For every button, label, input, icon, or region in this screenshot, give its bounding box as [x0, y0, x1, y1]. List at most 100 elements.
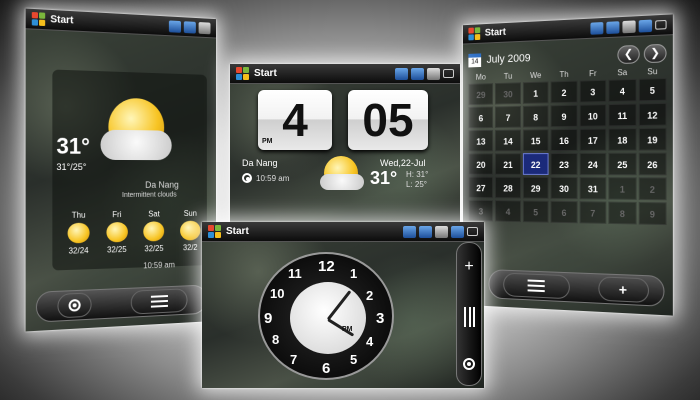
menu-button[interactable] — [502, 272, 570, 300]
weather-city: Da Nang — [145, 179, 179, 190]
analog-clock[interactable]: 12 1 2 3 4 5 6 7 8 9 10 11 PM — [258, 252, 394, 380]
windows-logo-icon[interactable] — [31, 11, 46, 27]
calendar-day[interactable]: 28 — [495, 176, 521, 199]
weekday-label: Mo — [475, 72, 486, 82]
calendar-day[interactable]: 29 — [468, 83, 494, 106]
calendar-day[interactable]: 9 — [550, 104, 578, 128]
windows-logo-icon[interactable] — [236, 67, 249, 80]
calendar-day[interactable]: 24 — [579, 152, 607, 176]
signal-icon[interactable] — [411, 67, 424, 80]
calendar-day[interactable]: 19 — [638, 127, 667, 151]
volume-icon[interactable] — [435, 225, 448, 238]
flip-clock-panel: Start 4 PM 05 Da Nang Wed,22-Jul 31° H: … — [230, 64, 460, 244]
calendar-day[interactable]: 5 — [522, 200, 549, 223]
calendar-day[interactable]: 27 — [468, 176, 494, 199]
weather-panel: Start 31° 31°/25° Da Nang Intermittent c… — [25, 8, 216, 332]
back-button[interactable] — [57, 292, 92, 319]
calendar-day[interactable]: 30 — [550, 176, 578, 200]
zoom-in-button[interactable]: + — [464, 258, 473, 276]
forecast-day[interactable]: Sat 32/25 — [137, 209, 171, 253]
calendar-day[interactable]: 1 — [522, 81, 549, 104]
window-icon[interactable] — [655, 19, 667, 30]
calendar-day[interactable]: 7 — [579, 201, 607, 224]
connectivity-icon[interactable] — [590, 21, 604, 35]
start-label[interactable]: Start — [485, 27, 506, 39]
calendar-day[interactable]: 23 — [550, 152, 578, 176]
forecast-day-label: Thu — [71, 210, 86, 220]
calendar-day[interactable]: 13 — [468, 129, 494, 152]
forecast-row: Thu 32/24 Fri 32/25 Sat 32/25 Sun 32/2 — [60, 209, 206, 256]
calendar-day[interactable]: 17 — [579, 128, 607, 151]
calendar-day[interactable]: 21 — [495, 153, 521, 175]
calendar-day[interactable]: 20 — [468, 153, 494, 175]
hour-flip[interactable]: 4 PM — [258, 90, 332, 150]
calendar-day-today[interactable]: 22 — [522, 153, 549, 175]
prev-month-button[interactable]: ❮ — [617, 44, 640, 65]
calendar-day[interactable]: 9 — [638, 201, 667, 226]
calendar-day[interactable]: 15 — [522, 129, 549, 152]
start-label[interactable]: Start — [226, 226, 249, 237]
minute-flip[interactable]: 05 — [348, 90, 428, 150]
window-icon[interactable] — [443, 69, 454, 78]
analog-clock-panel: Start 12 1 2 3 4 5 6 7 8 9 10 11 PM + — [202, 222, 484, 388]
calendar-day[interactable]: 6 — [468, 106, 494, 129]
calendar-day[interactable]: 3 — [579, 79, 607, 103]
calendar-day[interactable]: 31 — [579, 177, 607, 200]
signal-icon[interactable] — [183, 20, 196, 34]
bottom-nav: + — [488, 269, 665, 307]
calendar-day[interactable]: 10 — [579, 104, 607, 127]
clock-low: L: 25° — [406, 180, 427, 189]
calendar-day[interactable]: 2 — [550, 80, 578, 104]
calendar-day[interactable]: 1 — [608, 177, 637, 200]
calendar-day[interactable]: 4 — [495, 200, 521, 223]
calendar-day[interactable]: 3 — [468, 199, 494, 222]
windows-logo-icon[interactable] — [468, 27, 481, 41]
clock-number: 1 — [350, 266, 358, 281]
clock-number: 11 — [288, 266, 302, 281]
calendar-day[interactable]: 30 — [495, 82, 521, 105]
calendar-day[interactable]: 16 — [550, 128, 578, 152]
calendar-day[interactable]: 5 — [638, 77, 667, 102]
volume-icon[interactable] — [427, 67, 440, 80]
connectivity-icon[interactable] — [403, 225, 416, 238]
connectivity-icon[interactable] — [395, 67, 408, 80]
temperature-range: 31°/25° — [56, 161, 87, 173]
calendar-day[interactable]: 26 — [638, 152, 667, 176]
calendar-day[interactable]: 8 — [522, 105, 549, 128]
volume-icon[interactable] — [198, 21, 211, 34]
home-icon[interactable] — [463, 357, 475, 370]
calendar-day[interactable]: 4 — [608, 78, 637, 103]
window-icon[interactable] — [467, 227, 478, 236]
calendar-day[interactable]: 6 — [550, 200, 578, 224]
hour-digit: 4 — [282, 94, 308, 146]
clock-temp: 31° — [370, 168, 398, 188]
calendar-day[interactable]: 7 — [495, 105, 521, 128]
forecast-day[interactable]: Fri 32/25 — [99, 210, 134, 255]
forecast-day[interactable]: Thu 32/24 — [60, 210, 96, 256]
calendar-day[interactable]: 18 — [608, 128, 637, 151]
volume-icon[interactable] — [622, 19, 636, 33]
windows-logo-icon[interactable] — [208, 225, 221, 238]
calendar-day[interactable]: 14 — [495, 129, 521, 152]
battery-icon[interactable] — [451, 225, 464, 238]
calendar-day[interactable]: 25 — [608, 152, 637, 176]
add-button[interactable]: + — [597, 276, 649, 304]
calendar-day[interactable]: 8 — [608, 201, 637, 225]
calendar-day[interactable]: 12 — [638, 102, 667, 126]
top-bar: Start — [25, 8, 216, 39]
top-bar: Start — [462, 14, 673, 45]
battery-icon[interactable] — [638, 19, 653, 33]
start-label[interactable]: Start — [254, 68, 277, 79]
menu-icon[interactable] — [463, 306, 475, 327]
bottom-nav — [35, 284, 207, 323]
next-month-button[interactable]: ❯ — [643, 43, 667, 64]
calendar-day[interactable]: 29 — [522, 176, 549, 199]
connectivity-icon[interactable] — [168, 19, 182, 33]
start-label[interactable]: Start — [50, 14, 73, 26]
side-controls: + — [456, 242, 482, 386]
signal-icon[interactable] — [606, 20, 620, 34]
calendar-day[interactable]: 11 — [608, 103, 637, 127]
menu-button[interactable] — [130, 288, 188, 315]
signal-icon[interactable] — [419, 225, 432, 238]
calendar-day[interactable]: 2 — [638, 177, 667, 201]
